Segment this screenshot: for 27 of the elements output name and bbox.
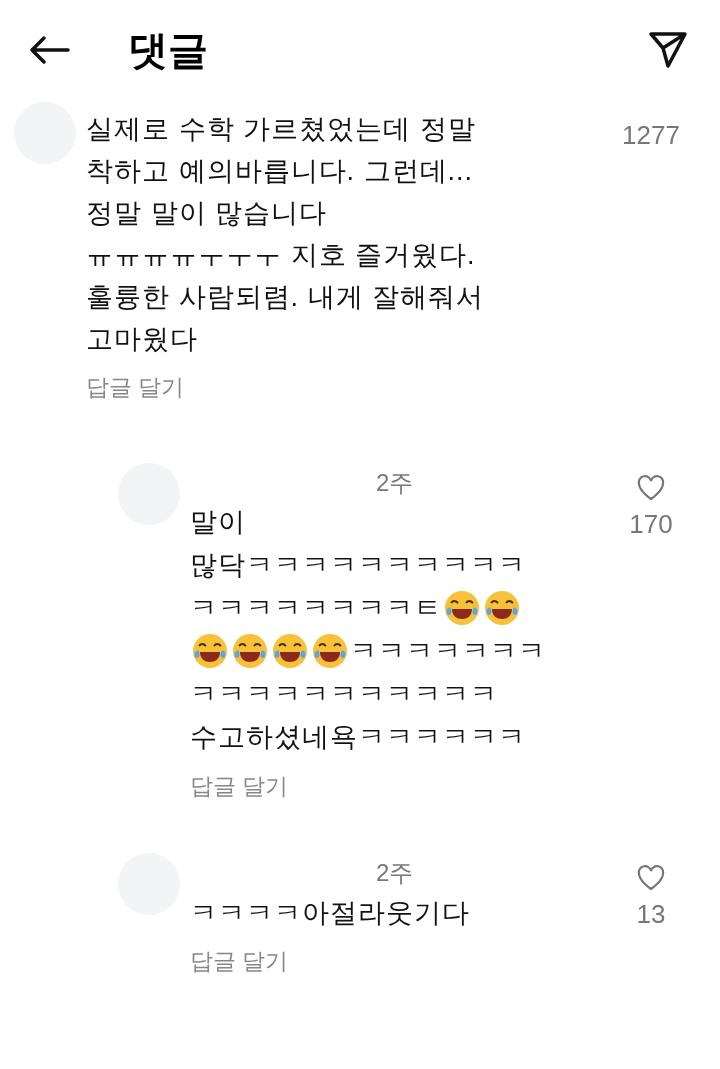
comment-text: ㅋㅋㅋㅋㅋㅋㅋㅋㅋㅋㅋ — [190, 678, 498, 711]
laughing-emoji-icon — [191, 632, 229, 670]
like-count: 13 — [636, 898, 666, 931]
laughing-emoji-icon — [231, 632, 269, 670]
comment-text: ㅋㅋㅋㅋㅋㅋㅋㅋㅌ — [190, 592, 442, 625]
back-icon[interactable] — [28, 35, 70, 65]
page-title: 댓글 — [128, 27, 208, 74]
comment-text: 말이 — [190, 506, 246, 539]
laughing-emoji-icon — [271, 632, 309, 670]
comment-time: 2주 — [376, 858, 414, 888]
heart-icon[interactable] — [637, 865, 665, 891]
reply-link[interactable]: 답글 달기 — [190, 948, 289, 974]
like-count: 1277 — [622, 119, 680, 152]
like-count: 170 — [629, 507, 673, 541]
laughing-emoji-icon — [483, 589, 521, 627]
reply-link[interactable]: 답글 달기 — [190, 772, 289, 799]
comment-text: 실제로 수학 가르쳤었는데 정말 착하고 예의바릅니다. 그런데... 정말 말이 많습니다 ㅠㅠㅠㅠㅜㅜㅜ 지호 즐거웠다. 훌륭한 사람되렴. 내게 잘해줘서 고마웠다 — [86, 113, 484, 356]
comment-text: 많닥ㅋㅋㅋㅋㅋㅋㅋㅋㅋㅋ — [190, 549, 526, 582]
comment-time: 2주 — [376, 467, 414, 498]
comment-text: ㅋㅋㅋㅋㅋㅋㅋ — [350, 635, 546, 668]
comment-text: ㅋㅋㅋㅋ아절라웃기다 — [190, 896, 470, 930]
laughing-emoji-icon — [443, 589, 481, 627]
laughing-emoji-icon — [311, 632, 349, 670]
send-icon[interactable] — [648, 31, 688, 69]
comment-text: 수고하셨네욕ㅋㅋㅋㅋㅋㅋ — [190, 721, 526, 754]
reply-link[interactable]: 답글 달기 — [86, 374, 185, 400]
heart-icon[interactable] — [637, 474, 665, 501]
